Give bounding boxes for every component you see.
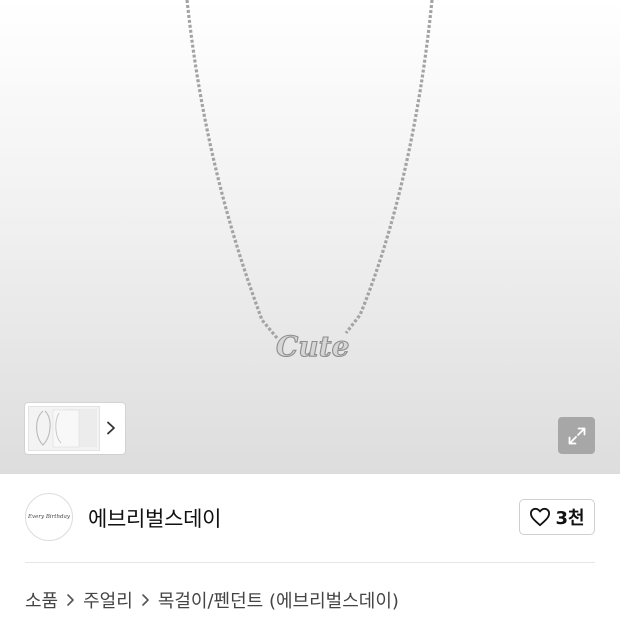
like-button[interactable]: 3천 (519, 499, 595, 535)
breadcrumb: 소품 주얼리 목걸이/펜던트 (에브리벌스데이) (25, 588, 399, 612)
pendant-text: Cute (276, 330, 349, 363)
divider (25, 562, 595, 563)
thumbnail-next-button[interactable] (103, 417, 119, 439)
breadcrumb-item[interactable]: 주얼리 (83, 587, 133, 613)
product-image-viewer[interactable]: Cute (0, 0, 620, 474)
brand-name[interactable]: 에브리벌스데이 (88, 503, 221, 533)
breadcrumb-item[interactable]: 소품 (25, 587, 58, 613)
like-count: 3천 (555, 508, 585, 529)
chevron-right-icon (107, 421, 115, 435)
brand-row: Every Birthday 에브리벌스데이 3천 (0, 474, 620, 562)
thumbnail-necklace-image (36, 409, 97, 448)
expand-image-button[interactable] (558, 417, 595, 454)
expand-icon (568, 427, 585, 444)
heart-outline-icon (530, 507, 551, 527)
brand-logo[interactable]: Every Birthday (25, 493, 73, 541)
brand-logo-text: Every Birthday (28, 514, 70, 520)
breadcrumb-separator-icon (141, 593, 150, 607)
thumbnail-1[interactable] (28, 406, 100, 451)
breadcrumb-item-current[interactable]: 목걸이/펜던트 (에브리벌스데이) (158, 587, 399, 613)
breadcrumb-separator-icon (66, 593, 75, 607)
thumbnail-strip[interactable] (25, 403, 125, 454)
